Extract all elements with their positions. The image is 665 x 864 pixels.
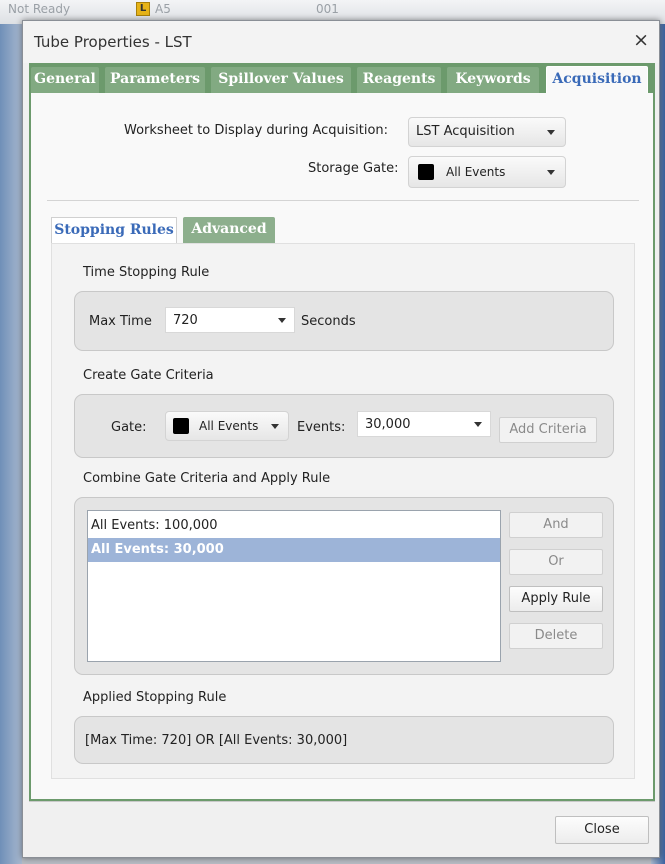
- well-icon: L: [136, 2, 150, 16]
- background-left-panel: [0, 24, 22, 864]
- applied-rule-title: Applied Stopping Rule: [83, 690, 227, 705]
- background-number-text: 001: [316, 2, 339, 16]
- close-button[interactable]: Close: [555, 816, 649, 844]
- max-time-input[interactable]: 720: [165, 307, 295, 333]
- footer-divider: [29, 801, 655, 802]
- background-status-text: Not Ready: [8, 2, 71, 16]
- applied-rule-text: [Max Time: 720] OR [All Events: 30,000]: [85, 733, 348, 748]
- acquisition-panel: Worksheet to Display during Acquisition:…: [29, 93, 655, 801]
- tab-keywords[interactable]: Keywords: [447, 67, 539, 93]
- background-well-label: A5: [155, 2, 171, 16]
- storage-gate-dropdown[interactable]: All Events: [408, 156, 566, 188]
- tab-spillover-values[interactable]: Spillover Values: [211, 67, 351, 93]
- gate-label: Gate:: [111, 420, 147, 435]
- worksheet-dropdown[interactable]: LST Acquisition: [408, 117, 566, 147]
- tab-strip: General Parameters Spillover Values Reag…: [29, 63, 655, 94]
- chevron-down-icon: [547, 170, 555, 175]
- events-label: Events:: [297, 420, 346, 435]
- list-item[interactable]: All Events: 100,000: [88, 514, 500, 538]
- dialog-title: Tube Properties - LST: [34, 33, 192, 51]
- subtab-stopping-rules[interactable]: Stopping Rules: [51, 217, 177, 244]
- applied-rule-box: [Max Time: 720] OR [All Events: 30,000]: [74, 716, 614, 764]
- storage-gate-value: All Events: [446, 165, 506, 179]
- chevron-down-icon: [271, 424, 279, 429]
- max-time-value: 720: [173, 313, 198, 328]
- stopping-rules-panel: Time Stopping Rule Max Time 720 Seconds …: [51, 243, 635, 779]
- close-icon[interactable]: ×: [633, 29, 649, 51]
- add-criteria-button[interactable]: Add Criteria: [499, 417, 597, 443]
- combine-box: All Events: 100,000 All Events: 30,000 A…: [74, 497, 614, 675]
- time-rule-title: Time Stopping Rule: [83, 265, 210, 280]
- criteria-list[interactable]: All Events: 100,000 All Events: 30,000: [87, 510, 501, 662]
- tab-parameters[interactable]: Parameters: [105, 67, 205, 93]
- tab-acquisition[interactable]: Acquisition: [546, 66, 648, 94]
- and-button[interactable]: And: [509, 512, 603, 538]
- gate-value: All Events: [199, 419, 259, 433]
- dialog-titlebar: Tube Properties - LST ×: [23, 21, 659, 63]
- tab-reagents[interactable]: Reagents: [357, 67, 441, 93]
- worksheet-label: Worksheet to Display during Acquisition:: [124, 123, 389, 138]
- subtab-advanced[interactable]: Advanced: [183, 217, 275, 244]
- gate-color-swatch-icon: [418, 164, 434, 180]
- events-input[interactable]: 30,000: [357, 411, 491, 437]
- chevron-down-icon[interactable]: [474, 422, 482, 427]
- apply-rule-button[interactable]: Apply Rule: [509, 586, 603, 612]
- or-button[interactable]: Or: [509, 549, 603, 575]
- time-rule-box: Max Time 720 Seconds: [74, 291, 614, 351]
- tube-properties-dialog: Tube Properties - LST × General Paramete…: [22, 20, 660, 858]
- gate-dropdown[interactable]: All Events: [165, 411, 289, 441]
- delete-button[interactable]: Delete: [509, 623, 603, 649]
- chevron-down-icon[interactable]: [278, 318, 286, 323]
- worksheet-value: LST Acquisition: [416, 124, 515, 139]
- combine-title: Combine Gate Criteria and Apply Rule: [83, 471, 331, 486]
- storage-gate-label: Storage Gate:: [308, 161, 399, 176]
- list-item[interactable]: All Events: 30,000: [88, 538, 500, 562]
- divider: [47, 200, 639, 201]
- events-value: 30,000: [365, 417, 411, 432]
- gate-color-swatch-icon: [173, 418, 189, 434]
- gate-criteria-title: Create Gate Criteria: [83, 368, 214, 383]
- seconds-label: Seconds: [301, 314, 356, 329]
- chevron-down-icon: [547, 130, 555, 135]
- gate-criteria-box: Gate: All Events Events: 30,000 Add Crit…: [74, 394, 614, 458]
- tab-general[interactable]: General: [31, 67, 99, 93]
- max-time-label: Max Time: [89, 314, 152, 329]
